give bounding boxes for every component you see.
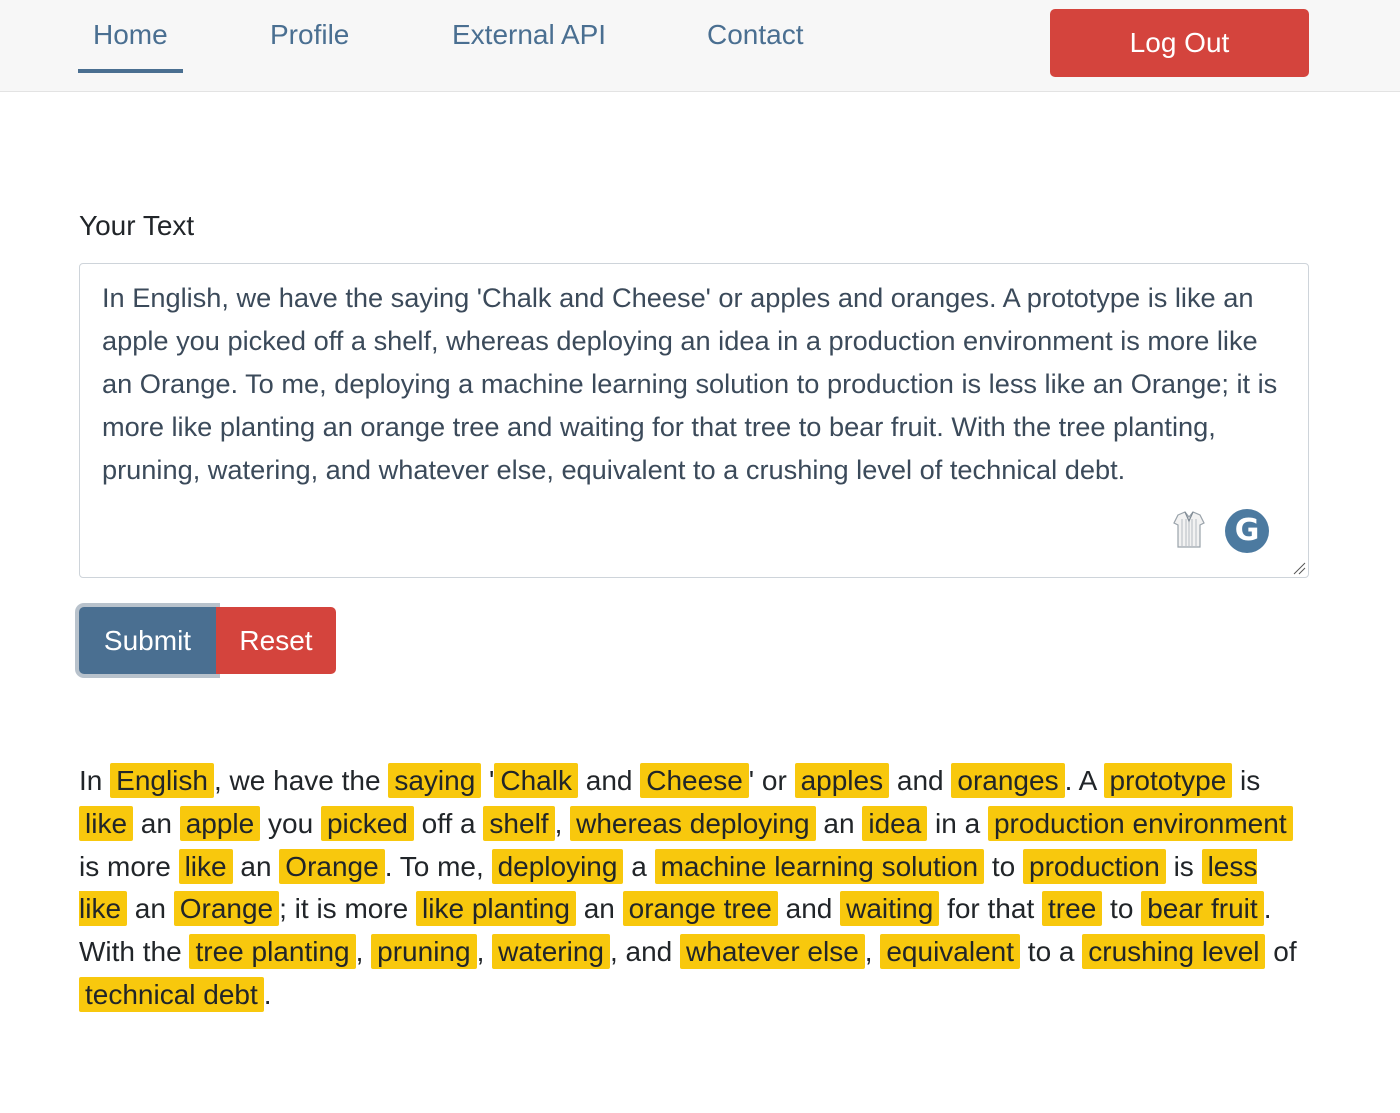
- result-text-segment: and: [889, 765, 952, 796]
- nav-external-api-link[interactable]: External API: [452, 18, 606, 52]
- shirt-extension-icon[interactable]: [1172, 509, 1206, 549]
- highlighted-phrase: production: [1023, 848, 1166, 884]
- highlighted-phrase: saying: [388, 763, 482, 798]
- highlighted-phrase: shelf: [483, 805, 555, 841]
- highlighted-phrase: English: [110, 763, 214, 798]
- result-text-segment: ,: [554, 807, 571, 839]
- result-text-segment: ': [481, 765, 495, 796]
- logout-button[interactable]: Log Out: [1050, 9, 1309, 77]
- result-text-segment: of: [1265, 936, 1297, 968]
- result-text-segment: and: [577, 765, 641, 796]
- highlighted-phrase: technical debt: [79, 976, 264, 1012]
- result-text-segment: , and: [609, 936, 681, 968]
- highlighted-result-text: In English, we have the saying ' Chalk an…: [79, 760, 1309, 1017]
- result-text-segment: a: [623, 850, 655, 882]
- highlighted-phrase: prototype: [1103, 763, 1233, 798]
- result-text-segment: is: [1232, 765, 1261, 796]
- highlighted-phrase: crushing level: [1082, 934, 1266, 970]
- result-text-segment: In: [79, 765, 111, 796]
- nav-home-link[interactable]: Home: [78, 18, 183, 73]
- result-text-segment: in a: [927, 807, 988, 839]
- result-text-segment: an: [127, 893, 174, 925]
- result-text-segment: is more: [79, 850, 179, 882]
- result-text-segment: an: [133, 807, 180, 839]
- highlighted-phrase: like planting: [416, 891, 576, 927]
- result-text-segment: . To me,: [384, 850, 492, 882]
- result-text-segment: to: [1102, 893, 1142, 925]
- result-text-segment: ' or: [748, 765, 795, 796]
- highlighted-phrase: tree: [1042, 891, 1103, 927]
- highlighted-phrase: Orange: [279, 848, 385, 884]
- highlighted-phrase: tree planting: [189, 934, 356, 970]
- highlighted-phrase: oranges: [951, 763, 1065, 798]
- result-text-segment: an: [815, 807, 863, 839]
- result-text-segment: . A: [1064, 765, 1104, 796]
- highlighted-phrase: production environment: [987, 805, 1293, 841]
- result-text-segment: , we have the: [213, 765, 389, 796]
- result-text-segment: to a: [1020, 936, 1083, 968]
- result-text-segment: an: [232, 850, 280, 882]
- reset-button[interactable]: Reset: [216, 607, 336, 674]
- highlighted-phrase: machine learning solution: [654, 848, 985, 884]
- text-field-label: Your Text: [79, 210, 195, 241]
- grammarly-icon[interactable]: G: [1225, 509, 1269, 553]
- text-input-value[interactable]: In English, we have the saying 'Chalk an…: [102, 276, 1292, 491]
- result-text-segment: ,: [864, 936, 881, 968]
- resize-handle-icon[interactable]: [1292, 561, 1306, 575]
- result-text-segment: you: [260, 807, 321, 839]
- result-text-segment: and: [777, 893, 841, 925]
- highlighted-phrase: pruning: [371, 934, 477, 970]
- highlighted-phrase: like: [79, 805, 134, 841]
- result-text-segment: ,: [476, 936, 493, 968]
- highlighted-phrase: Chalk: [494, 763, 578, 798]
- result-text-segment: is: [1165, 850, 1202, 882]
- highlighted-phrase: picked: [320, 805, 414, 841]
- highlighted-phrase: equivalent: [880, 934, 1021, 970]
- highlighted-phrase: waiting: [840, 891, 940, 927]
- nav-contact-link[interactable]: Contact: [707, 18, 804, 52]
- text-input[interactable]: In English, we have the saying 'Chalk an…: [79, 263, 1309, 578]
- result-text-segment: an: [575, 893, 623, 925]
- result-text-segment: to: [984, 850, 1024, 882]
- result-text-segment: off a: [413, 807, 484, 839]
- highlighted-phrase: Orange: [173, 891, 280, 927]
- highlighted-phrase: like: [178, 848, 233, 884]
- highlighted-phrase: watering: [492, 934, 610, 970]
- highlighted-phrase: orange tree: [622, 891, 778, 927]
- result-text-segment: ; it is more: [279, 893, 417, 925]
- highlighted-phrase: whatever else: [680, 934, 865, 970]
- highlighted-phrase: Cheese: [640, 763, 749, 798]
- result-text-segment: for that: [939, 893, 1043, 925]
- highlighted-phrase: apples: [794, 763, 890, 798]
- highlighted-phrase: bear fruit: [1141, 891, 1264, 927]
- result-text-segment: ,: [355, 936, 372, 968]
- navbar: Home Profile External API Contact Log Ou…: [0, 0, 1400, 92]
- highlighted-phrase: apple: [179, 805, 261, 841]
- nav-profile-link[interactable]: Profile: [270, 18, 349, 52]
- result-text-segment: .: [263, 978, 272, 1010]
- highlighted-phrase: idea: [862, 805, 928, 841]
- highlighted-phrase: deploying: [491, 848, 624, 884]
- highlighted-phrase: whereas deploying: [570, 805, 816, 841]
- submit-button[interactable]: Submit: [79, 607, 216, 674]
